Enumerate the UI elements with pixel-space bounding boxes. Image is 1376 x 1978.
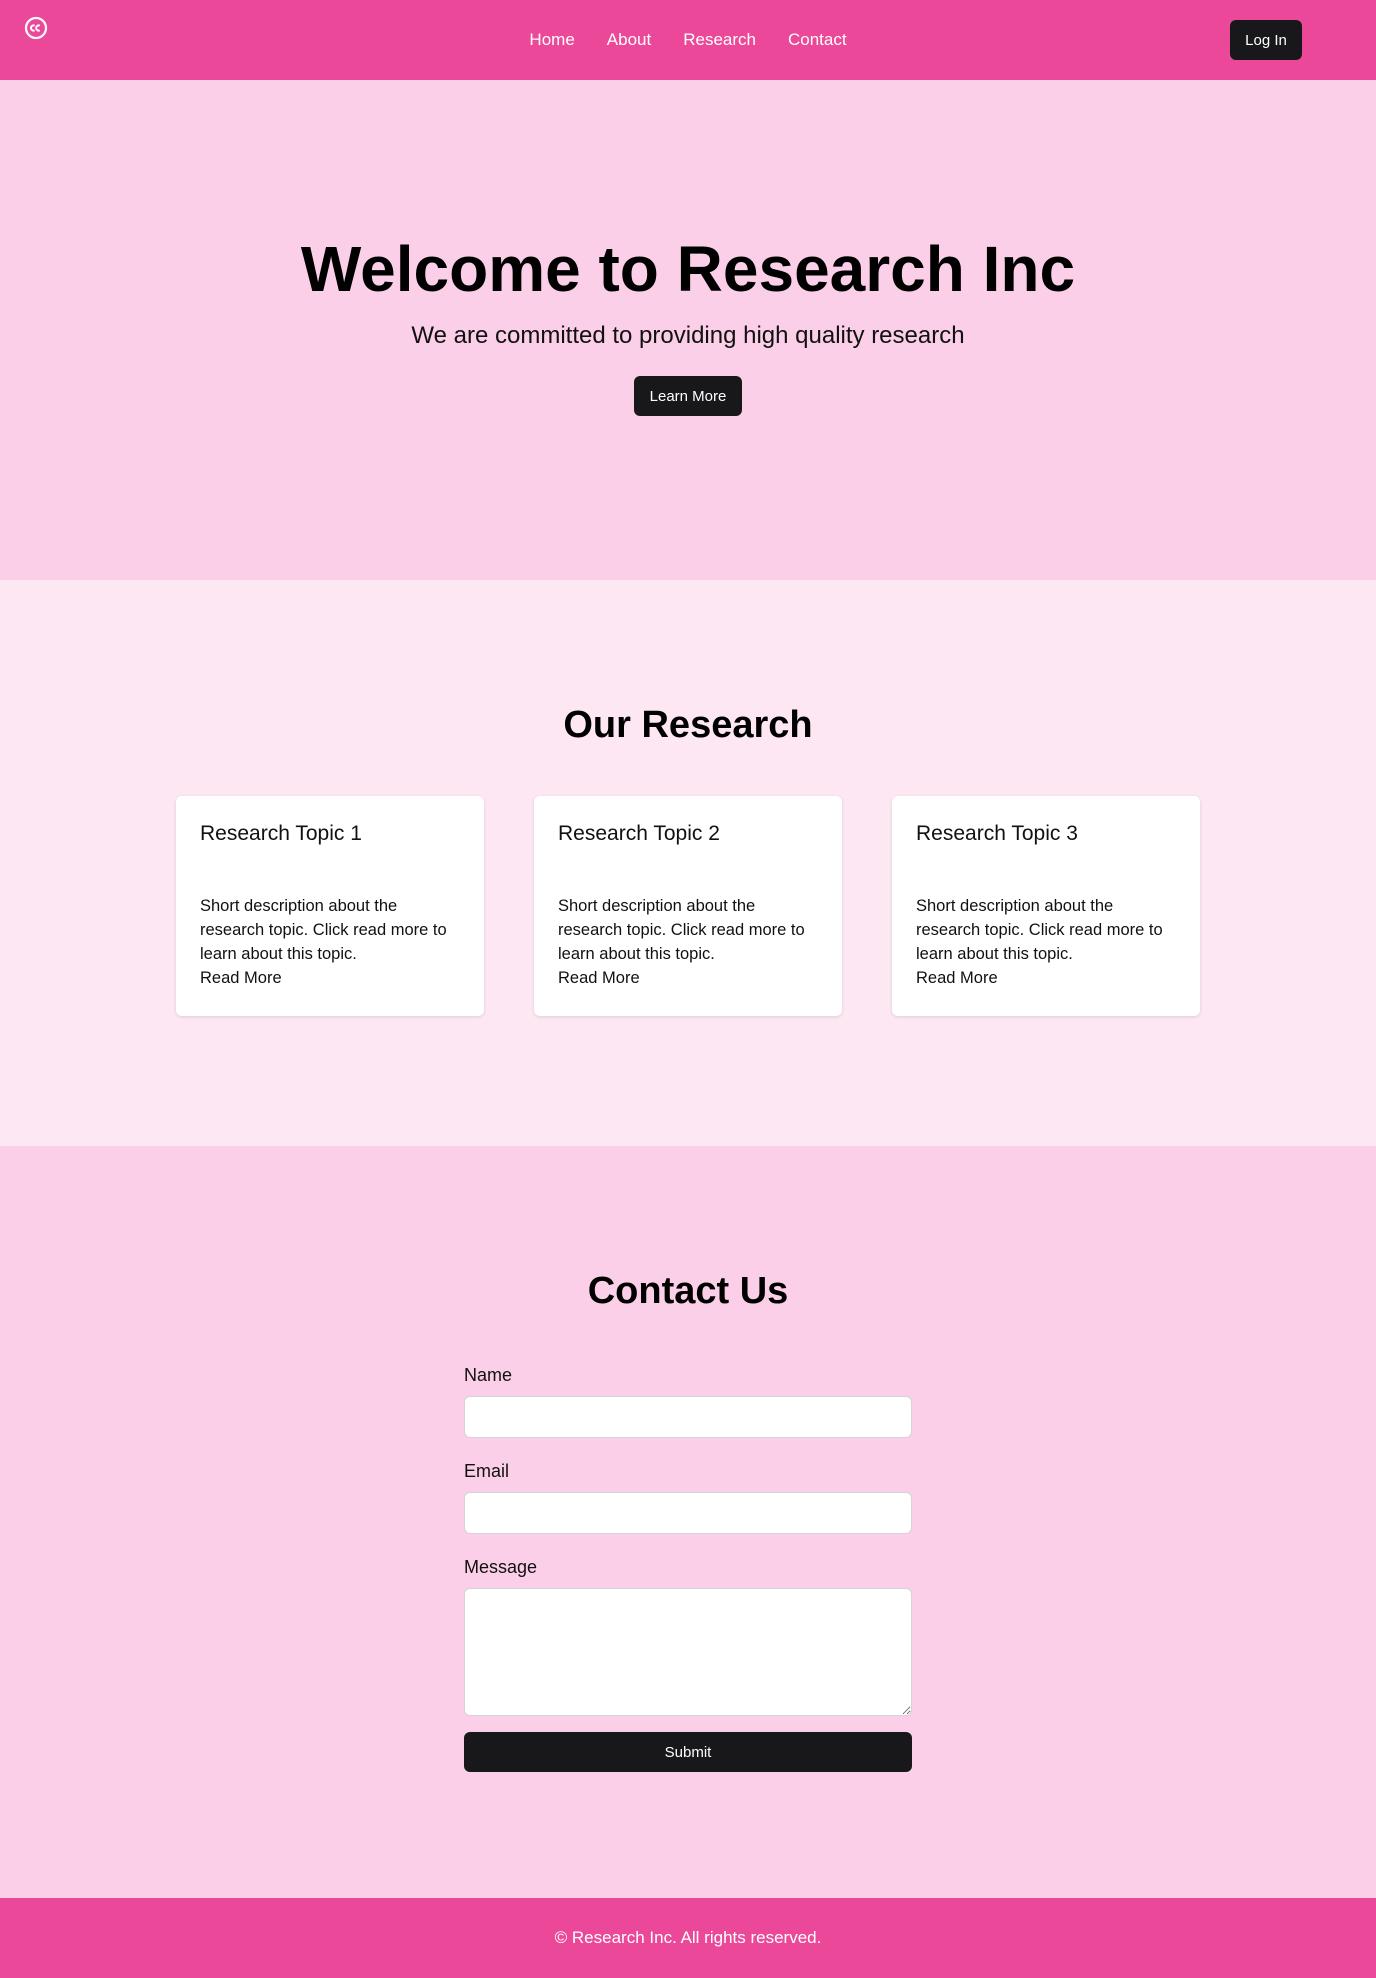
contact-heading: Contact Us [587,1270,789,1312]
research-card-description: Short description about the research top… [916,897,1163,963]
read-more-link[interactable]: Read More [916,966,1176,990]
site-header: Home About Research Contact Log In [0,0,1376,80]
name-field[interactable] [464,1396,912,1438]
research-heading: Our Research [563,704,813,746]
site-footer: © Research Inc. All rights reserved. [0,1898,1376,1978]
research-card-title: Research Topic 2 [558,822,720,845]
research-card-title: Research Topic 3 [916,822,1078,845]
submit-button[interactable]: Submit [464,1732,912,1772]
hero-section: Welcome to Research Inc We are committed… [0,80,1376,580]
hero-subtitle: We are committed to providing high quali… [411,322,965,349]
research-card-description: Short description about the research top… [558,897,805,963]
email-label: Email [464,1461,510,1481]
nav-link-home[interactable]: Home [529,30,574,50]
research-card: Research Topic 2 Short description about… [534,796,842,1016]
message-label: Message [464,1557,538,1577]
research-card-title: Research Topic 1 [200,822,362,845]
hero-title: Welcome to Research Inc [300,233,1076,305]
main-nav: Home About Research Contact [0,0,1376,80]
creative-commons-icon[interactable] [24,16,48,40]
research-card: Research Topic 3 Short description about… [892,796,1200,1016]
research-section: Our Research Research Topic 1 Short desc… [0,580,1376,1146]
read-more-link[interactable]: Read More [200,966,460,990]
copyright-text: © Research Inc. All rights reserved. [554,1928,822,1947]
message-field[interactable] [464,1588,912,1716]
name-label: Name [464,1365,513,1385]
email-field[interactable] [464,1492,912,1534]
research-card: Research Topic 1 Short description about… [176,796,484,1016]
nav-link-research[interactable]: Research [683,30,756,50]
contact-form: Name Email Message Submit [464,1362,912,1772]
read-more-link[interactable]: Read More [558,966,818,990]
login-button[interactable]: Log In [1230,20,1302,60]
nav-link-about[interactable]: About [607,30,651,50]
research-card-description: Short description about the research top… [200,897,447,963]
contact-section: Contact Us Name Email Message Submit [0,1146,1376,1898]
nav-link-contact[interactable]: Contact [788,30,847,50]
learn-more-button[interactable]: Learn More [634,376,742,416]
